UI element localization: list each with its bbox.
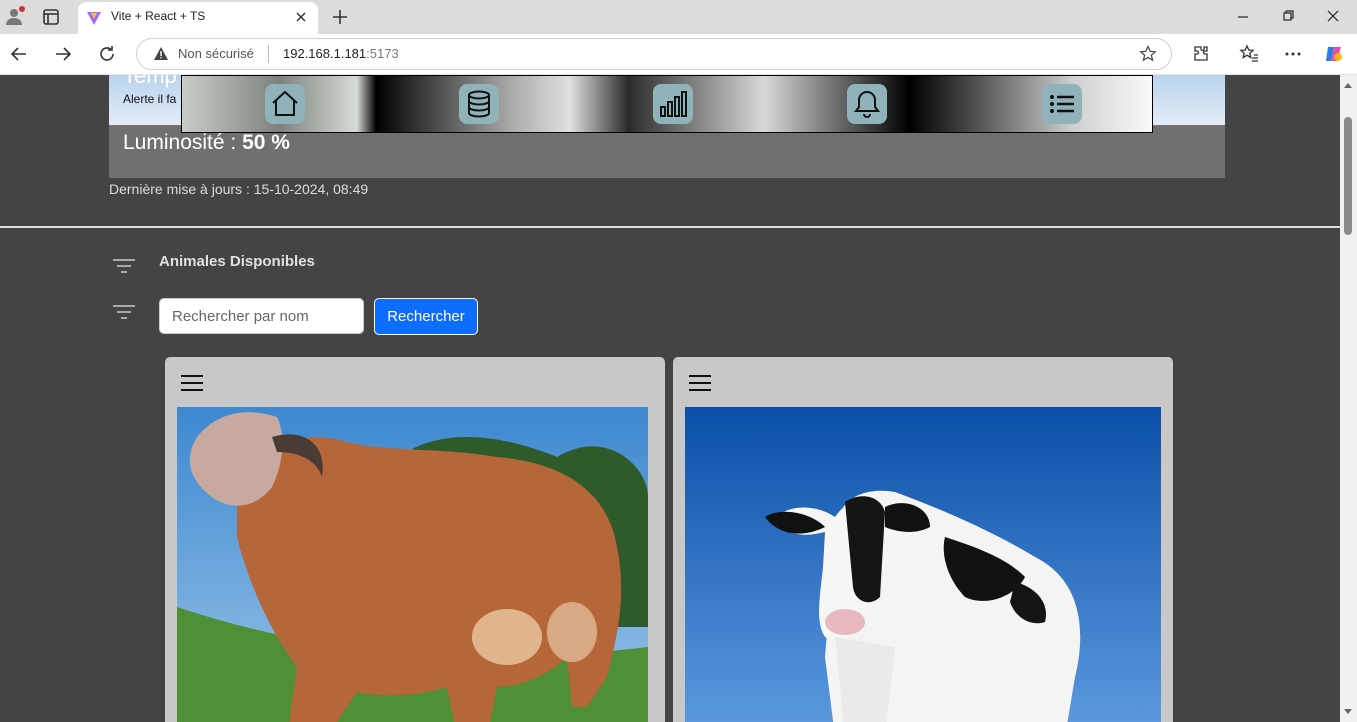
luminosity-value: 50 % (242, 131, 290, 154)
restore-icon[interactable] (1280, 8, 1296, 24)
luminosity-text: Luminosité : 50 % (123, 131, 290, 155)
favorites-icon[interactable] (1239, 44, 1259, 64)
bar-chart-icon (660, 91, 687, 117)
nav-database-button[interactable] (459, 84, 499, 124)
main-navbar (181, 75, 1153, 133)
alert-text: Alerte il fa (123, 92, 177, 106)
vite-logo-icon (87, 12, 101, 25)
tab-title: Vite + React + TS (111, 9, 206, 23)
nav-list-button[interactable] (1042, 84, 1082, 124)
holstein-cow-image (685, 407, 1161, 722)
browser-tab-bar: Vite + React + TS (0, 0, 1357, 34)
database-icon (468, 90, 490, 118)
back-arrow-icon[interactable] (9, 44, 29, 64)
search-button[interactable]: Rechercher (374, 298, 478, 335)
address-bar[interactable]: Non sécurisé 192.168.1.181:5173 (136, 38, 1172, 70)
scrollbar-thumb[interactable] (1344, 117, 1352, 235)
page-content: Temp Alerte il fa Luminosité : 50 % Dern… (0, 75, 1340, 722)
list-icon (1050, 95, 1074, 113)
warning-icon[interactable] (153, 46, 169, 62)
temperature-title: Temp (123, 75, 177, 88)
tab-actions-icon[interactable] (42, 8, 60, 26)
brown-zebu-cow-image (177, 407, 648, 722)
filter-icon[interactable] (112, 255, 136, 275)
animal-card[interactable] (165, 357, 665, 722)
hamburger-icon[interactable] (689, 373, 711, 393)
url-port: :5173 (366, 46, 399, 61)
forward-arrow-icon[interactable] (53, 44, 73, 64)
security-status[interactable]: Non sécurisé (178, 46, 254, 61)
last-update-text: Dernière mise à jours : 15-10-2024, 08:4… (109, 181, 369, 197)
favorite-star-icon[interactable] (1139, 45, 1157, 63)
search-input[interactable] (159, 298, 364, 334)
reload-icon[interactable] (97, 44, 117, 64)
nav-home-button[interactable] (265, 84, 305, 124)
bell-icon (854, 90, 880, 118)
animal-image (685, 407, 1161, 722)
minimize-icon[interactable] (1235, 8, 1251, 24)
more-options-icon[interactable] (1283, 44, 1303, 64)
copilot-icon[interactable] (1324, 44, 1344, 64)
nav-stats-button[interactable] (653, 84, 693, 124)
luminosity-label: Luminosité : (123, 131, 243, 154)
profile-icon[interactable] (5, 6, 25, 26)
url-text[interactable]: 192.168.1.181:5173 (283, 46, 399, 61)
browser-toolbar: Non sécurisé 192.168.1.181:5173 (0, 34, 1357, 75)
section-title: Animales Disponibles (159, 253, 315, 270)
extensions-icon[interactable] (1191, 44, 1211, 64)
animal-image (177, 407, 648, 722)
close-tab-icon[interactable] (294, 10, 308, 24)
hamburger-icon[interactable] (181, 373, 203, 393)
filter-icon[interactable] (112, 301, 136, 321)
vertical-scrollbar[interactable] (1340, 75, 1357, 722)
new-tab-icon[interactable] (331, 8, 349, 26)
nav-notifications-button[interactable] (847, 84, 887, 124)
address-divider (268, 45, 269, 63)
url-host: 192.168.1.181 (283, 46, 367, 61)
browser-tab-active[interactable]: Vite + React + TS (78, 2, 318, 34)
scroll-down-arrow-icon[interactable] (1344, 709, 1352, 714)
section-divider (0, 226, 1340, 228)
home-icon (272, 90, 298, 116)
animal-card[interactable] (673, 357, 1173, 722)
scroll-up-arrow-icon[interactable] (1344, 83, 1352, 88)
close-window-icon[interactable] (1325, 8, 1341, 24)
